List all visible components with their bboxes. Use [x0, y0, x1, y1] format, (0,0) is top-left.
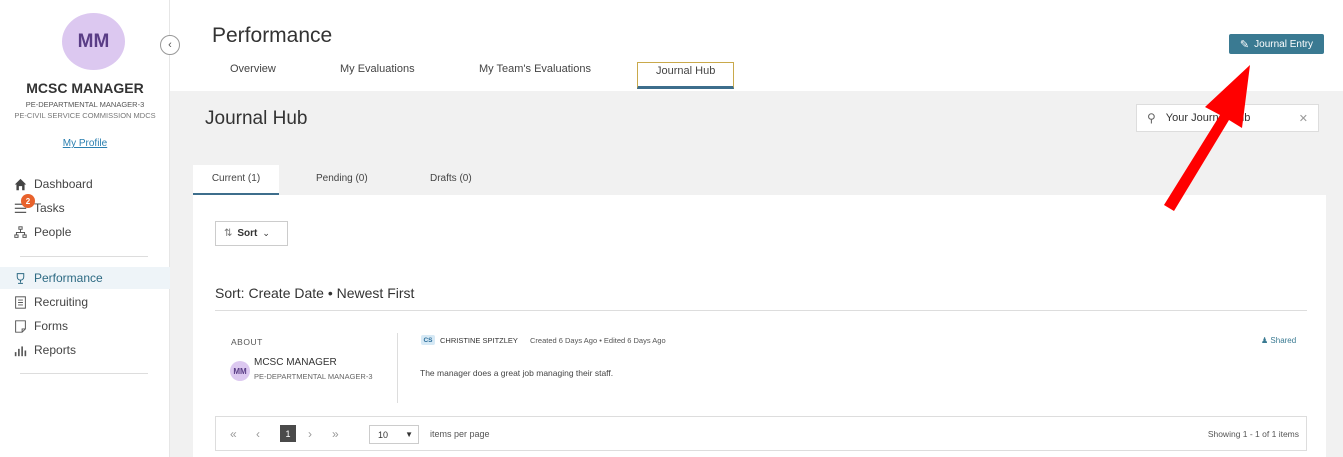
divider — [215, 310, 1307, 311]
form-icon — [12, 318, 28, 334]
prev-page-icon[interactable]: ‹ — [256, 427, 260, 441]
sort-label: Sort — [237, 228, 258, 239]
showing-count: Showing 1 - 1 of 1 items — [1207, 429, 1299, 439]
author-avatar: CS — [421, 335, 435, 345]
sort-icon: ⇅ — [224, 228, 233, 239]
divider — [397, 333, 398, 403]
sidebar-item-reports[interactable]: Reports — [0, 339, 170, 361]
journal-entry-button[interactable]: ✎ Journal Entry — [1229, 34, 1324, 54]
page-number-current[interactable]: 1 — [280, 425, 296, 442]
entry-meta: Created 6 Days Ago • Edited 6 Days Ago — [530, 336, 666, 345]
next-page-icon[interactable]: › — [308, 427, 312, 441]
sidebar-item-recruiting[interactable]: Recruiting — [0, 291, 170, 313]
tasks-count-badge: 2 — [21, 194, 35, 208]
last-page-icon[interactable]: » — [332, 427, 339, 441]
sidebar: MM MCSC MANAGER PE-DEPARTMENTAL MANAGER-… — [0, 0, 170, 457]
sidebar-item-dashboard[interactable]: Dashboard — [0, 173, 170, 195]
my-profile-link[interactable]: My Profile — [0, 138, 170, 149]
avatar[interactable]: MM — [62, 13, 125, 70]
annotation-arrow-icon — [1164, 65, 1250, 211]
sidebar-item-label: Tasks — [34, 201, 65, 215]
chevron-down-icon: ▼ — [405, 430, 413, 439]
chevron-left-icon: ‹ — [168, 39, 172, 51]
sort-button[interactable]: ⇅ Sort ⌄ — [215, 221, 288, 246]
per-page-label: items per page — [430, 429, 490, 439]
document-icon — [12, 294, 28, 310]
tab-journal-hub[interactable]: Journal Hub — [637, 62, 735, 89]
per-page-select[interactable]: 10 ▼ — [369, 425, 419, 444]
shared-status[interactable]: ♟ Shared — [1261, 336, 1296, 345]
nav-divider — [20, 256, 148, 257]
org-chart-icon — [12, 224, 28, 240]
sidebar-item-label: Dashboard — [34, 177, 93, 191]
tab-drafts[interactable]: Drafts (0) — [430, 173, 472, 184]
home-icon — [12, 176, 28, 192]
avatar: MM — [230, 361, 250, 381]
collapse-sidebar-button[interactable]: ‹ — [160, 35, 180, 55]
section-title: Journal Hub — [205, 108, 308, 129]
about-name: MCSC MANAGER — [254, 357, 337, 368]
user-name: MCSC MANAGER — [26, 80, 144, 96]
tab-my-teams-evaluations[interactable]: My Team's Evaluations — [479, 63, 591, 75]
journal-entry-label: Journal Entry — [1254, 38, 1314, 50]
close-icon[interactable]: ✕ — [1299, 112, 1308, 125]
entry-author: CHRISTINE SPITZLEY — [440, 336, 518, 345]
tab-pending[interactable]: Pending (0) — [316, 173, 368, 184]
trophy-icon — [12, 270, 28, 286]
tab-overview[interactable]: Overview — [230, 63, 276, 75]
sidebar-item-label: Reports — [34, 343, 77, 357]
shared-label: Shared — [1270, 336, 1297, 345]
sidebar-item-tasks[interactable]: 2 Tasks — [0, 194, 170, 219]
entry-text: The manager does a great job managing th… — [420, 368, 614, 378]
per-page-value: 10 — [378, 429, 389, 440]
about-role: PE-DEPARTMENTAL MANAGER-3 — [254, 372, 373, 381]
bar-chart-icon — [12, 342, 28, 358]
sidebar-item-people[interactable]: People — [0, 221, 170, 243]
sidebar-item-label: Performance — [34, 271, 103, 285]
pencil-icon: ✎ — [1239, 38, 1250, 51]
sidebar-item-label: Recruiting — [34, 295, 89, 309]
user-org: PE-CIVIL SERVICE COMMISSION MDCS — [14, 111, 156, 120]
sidebar-item-forms[interactable]: Forms — [0, 315, 170, 337]
tab-my-evaluations[interactable]: My Evaluations — [340, 63, 415, 75]
sidebar-item-performance[interactable]: Performance — [0, 267, 170, 289]
people-icon: ♟ — [1261, 336, 1269, 345]
first-page-icon[interactable]: « — [230, 427, 237, 441]
user-title: PE-DEPARTMENTAL MANAGER-3 — [25, 100, 145, 109]
sidebar-item-label: People — [34, 225, 72, 239]
sort-description: Sort: Create Date • Newest First — [215, 285, 415, 301]
about-label: ABOUT — [231, 337, 263, 347]
tab-current[interactable]: Current (1) — [193, 165, 279, 195]
page-title: Performance — [212, 24, 333, 47]
sidebar-item-label: Forms — [34, 319, 68, 333]
nav-divider — [20, 373, 148, 374]
chevron-down-icon: ⌄ — [262, 228, 270, 238]
pagination: « ‹ 1 › » 10 ▼ items per page Showing 1 … — [215, 416, 1307, 451]
